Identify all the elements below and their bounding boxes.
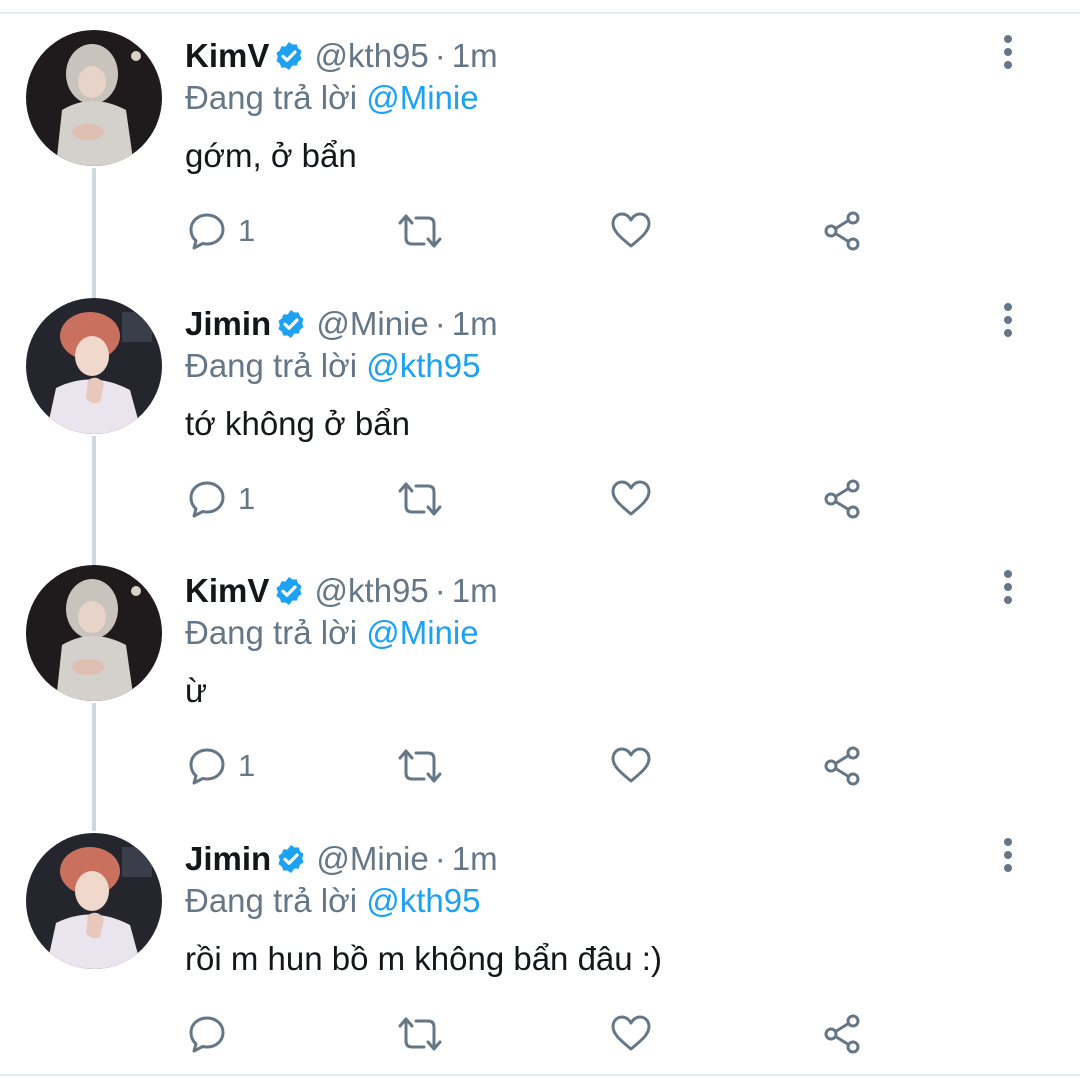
verified-badge-icon — [273, 40, 305, 72]
tweet-header: Jimin @Minie · 1m — [185, 304, 498, 344]
mention-link[interactable]: @kth95 — [366, 347, 480, 384]
display-name[interactable]: KimV — [185, 37, 269, 74]
replying-to: Đang trả lời @Minie — [185, 78, 479, 118]
reply-count: 1 — [238, 481, 256, 516]
separator-dot: · — [434, 840, 446, 877]
timestamp[interactable]: 1m — [452, 840, 498, 877]
verified-badge-icon — [275, 308, 307, 340]
tweet-text: gớm, ở bẩn — [185, 137, 357, 174]
retweet-icon — [396, 210, 444, 252]
display-name[interactable]: Jimin — [185, 305, 271, 342]
tweet-text: ừ — [185, 672, 208, 709]
bottom-divider — [0, 1074, 1080, 1076]
tweet-header: KimV @kth95 · 1m — [185, 36, 498, 76]
like-icon — [610, 745, 652, 787]
retweet-button[interactable] — [396, 474, 444, 524]
user-handle[interactable]: @kth95 — [315, 572, 429, 609]
share-icon — [822, 210, 864, 252]
separator-dot: · — [434, 305, 446, 342]
avatar[interactable] — [26, 30, 162, 166]
share-button[interactable] — [822, 741, 864, 791]
tweet-header: Jimin @Minie · 1m — [185, 839, 498, 879]
display-name[interactable]: Jimin — [185, 840, 271, 877]
retweet-button[interactable] — [396, 206, 444, 256]
avatar[interactable] — [26, 565, 162, 701]
share-icon — [822, 745, 864, 787]
user-handle[interactable]: @Minie — [316, 305, 428, 342]
tweet-actions: 1 — [0, 474, 1080, 524]
like-icon — [610, 478, 652, 520]
share-button[interactable] — [822, 1009, 864, 1059]
reply-button[interactable]: 1 — [186, 474, 255, 524]
user-handle[interactable]: @kth95 — [315, 37, 429, 74]
replying-to: Đang trả lời @kth95 — [185, 346, 480, 386]
mention-link[interactable]: @Minie — [366, 79, 478, 116]
like-icon — [610, 210, 652, 252]
replying-to: Đang trả lời @kth95 — [185, 881, 480, 921]
avatar[interactable] — [26, 298, 162, 434]
display-name[interactable]: KimV — [185, 572, 269, 609]
like-button[interactable] — [610, 206, 652, 256]
more-vertical-icon[interactable] — [995, 567, 1021, 607]
tweet-actions: 1 — [0, 206, 1080, 256]
reply-icon — [186, 1013, 228, 1055]
more-vertical-icon[interactable] — [995, 300, 1021, 340]
replying-to-label: Đang trả lời — [185, 614, 358, 651]
reply-count: 1 — [238, 748, 256, 783]
verified-badge-icon — [275, 843, 307, 875]
mention-link[interactable]: @Minie — [366, 614, 478, 651]
reply-thread: KimV @kth95 · 1m Đang trả lời @Minie gớm, … — [0, 0, 1080, 1078]
timestamp[interactable]: 1m — [452, 572, 498, 609]
retweet-icon — [396, 1013, 444, 1055]
like-button[interactable] — [610, 1009, 652, 1059]
mention-link[interactable]: @kth95 — [366, 882, 480, 919]
avatar[interactable] — [26, 833, 162, 969]
more-vertical-icon[interactable] — [995, 835, 1021, 875]
reply-button[interactable]: 1 — [186, 741, 255, 791]
tweet-header: KimV @kth95 · 1m — [185, 571, 498, 611]
share-icon — [822, 1013, 864, 1055]
separator-dot: · — [434, 37, 446, 74]
share-button[interactable] — [822, 474, 864, 524]
tweet-text: rồi m hun bồ m không bẩn đâu :) — [185, 940, 662, 977]
retweet-icon — [396, 745, 444, 787]
replying-to-label: Đang trả lời — [185, 347, 358, 384]
more-vertical-icon[interactable] — [995, 32, 1021, 72]
retweet-icon — [396, 478, 444, 520]
reply-button[interactable] — [186, 1009, 238, 1059]
reply-icon — [186, 210, 228, 252]
share-button[interactable] — [822, 206, 864, 256]
retweet-button[interactable] — [396, 741, 444, 791]
user-handle[interactable]: @Minie — [316, 840, 428, 877]
timestamp[interactable]: 1m — [452, 305, 498, 342]
tweet-actions: 1 — [0, 741, 1080, 791]
replying-to-label: Đang trả lời — [185, 882, 358, 919]
reply-icon — [186, 478, 228, 520]
reply-count: 1 — [238, 213, 256, 248]
tweet-text: tớ không ở bẩn — [185, 405, 410, 442]
like-button[interactable] — [610, 741, 652, 791]
verified-badge-icon — [273, 575, 305, 607]
timestamp[interactable]: 1m — [452, 37, 498, 74]
tweet-actions — [0, 1009, 1080, 1059]
reply-icon — [186, 745, 228, 787]
separator-dot: · — [434, 572, 446, 609]
replying-to: Đang trả lời @Minie — [185, 613, 479, 653]
like-icon — [610, 1013, 652, 1055]
share-icon — [822, 478, 864, 520]
reply-button[interactable]: 1 — [186, 206, 255, 256]
like-button[interactable] — [610, 474, 652, 524]
replying-to-label: Đang trả lời — [185, 79, 358, 116]
retweet-button[interactable] — [396, 1009, 444, 1059]
